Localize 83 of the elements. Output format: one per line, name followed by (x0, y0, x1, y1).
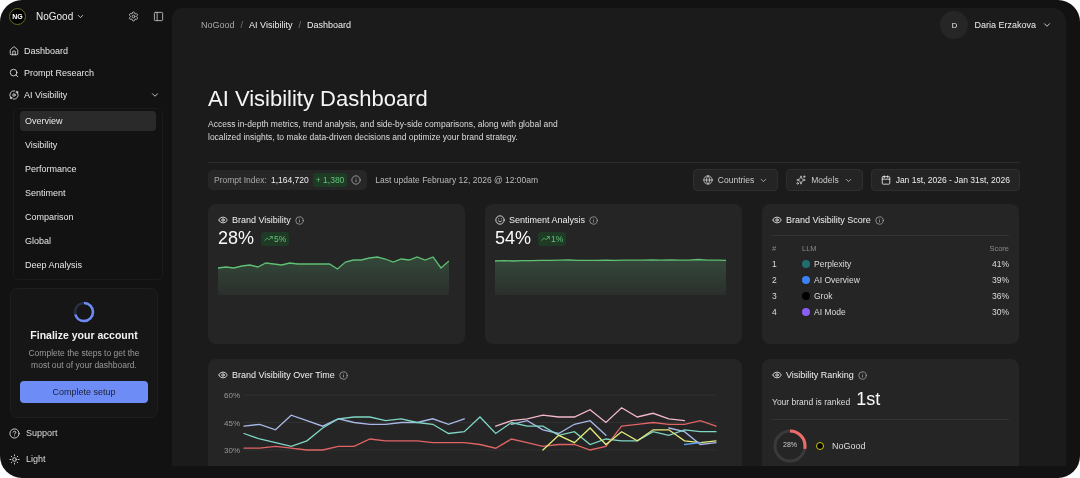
score-cell-text: 41% (991, 259, 1009, 269)
sidebar-subitem[interactable]: Sentiment (20, 183, 156, 203)
card-title: Brand Visibility (232, 215, 291, 225)
score-cell-text: 30% (991, 307, 1009, 317)
eye-icon (218, 370, 228, 380)
card-title: Visibility Ranking (786, 370, 854, 380)
info-icon[interactable] (857, 370, 867, 380)
eye-icon (772, 215, 782, 225)
brand-logo (816, 442, 824, 450)
sidebar-footer-item[interactable]: Support (9, 420, 164, 446)
rank-value: 1st (856, 389, 881, 410)
score-cell-text: 39% (991, 275, 1009, 285)
sidebar-footer-item[interactable]: Light (9, 446, 164, 472)
page-description: Access in-depth metrics, trend analysis, and side-by-side comparisons, along with global and localized insights, to make data-driven decisions and optimize your brand strategy. (208, 118, 559, 144)
sidebar-subitem[interactable]: Global (20, 231, 156, 251)
rank-cell-text: 1 (772, 259, 778, 269)
smile-icon (495, 215, 505, 225)
card-title: Sentiment Analysis (509, 215, 586, 225)
chevron-down-icon (1042, 20, 1052, 30)
info-icon[interactable] (294, 215, 304, 225)
metric-value: 54% (495, 228, 532, 249)
prompt-index-label: Prompt Index: (214, 175, 267, 185)
change-badge: 5% (261, 231, 290, 246)
card-title: Brand Visibility Score (786, 215, 871, 225)
page-title: AI Visibility Dashboard (208, 86, 429, 112)
calendar-icon (880, 175, 891, 185)
breadcrumb-link[interactable]: AI Visibility (249, 20, 293, 30)
breadcrumb-link[interactable]: NoGood (201, 20, 235, 30)
settings-icon[interactable] (128, 10, 139, 22)
home-icon (9, 46, 19, 56)
card-title: Brand Visibility Over Time (232, 370, 335, 380)
chevron-icon (150, 90, 160, 100)
sidebar-toggle-icon[interactable] (153, 10, 164, 22)
sidebar-item[interactable]: Prompt Research (9, 62, 164, 84)
setup-text: Complete the steps to get the most out of your dashboard. (27, 347, 141, 371)
setup-title: Finalize your account (30, 329, 138, 341)
sidebar-subitem[interactable]: Overview (20, 111, 156, 131)
brand-name: NoGood (832, 441, 866, 451)
sidebar-subitem[interactable]: Visibility (20, 135, 156, 155)
axis-label: 60% (224, 391, 240, 400)
metric-value: 28% (218, 228, 255, 249)
axis-label: 30% (224, 446, 240, 455)
filter-dropdown[interactable]: Models (786, 169, 863, 191)
eye-icon (218, 215, 228, 225)
llm-name: Perplexity (814, 259, 852, 269)
breadcrumb-separator: / (298, 20, 301, 30)
sidebar-item[interactable]: Dashboard (9, 40, 164, 62)
info-icon[interactable] (589, 215, 599, 225)
search-icon (9, 68, 19, 78)
rank-label: Your brand is ranked (772, 397, 851, 407)
last-update-text: Last update February 12, 2026 @ 12:00am (375, 175, 540, 185)
sidebar-subitem[interactable]: Performance (20, 159, 156, 179)
breadcrumb-link[interactable]: Dashboard (306, 20, 351, 30)
delta-badge: + 1,380 (312, 173, 348, 187)
llm-name: Grok (814, 291, 833, 301)
date-range-picker[interactable]: Jan 1st, 2026 - Jan 31st, 2026 (870, 169, 1020, 191)
filter-dropdown[interactable]: Countries (692, 169, 779, 191)
score-cell-text: 36% (991, 291, 1009, 301)
share-donut (772, 428, 808, 464)
rank-cell-text: 3 (772, 291, 778, 301)
prompt-index-value: 1,164,720 (270, 175, 309, 185)
info-icon[interactable] (338, 370, 348, 380)
globe-icon (702, 175, 713, 185)
info-icon[interactable] (874, 215, 884, 225)
sun-icon (9, 453, 20, 465)
complete-setup-button[interactable]: Complete setup (20, 381, 148, 403)
sidebar-subitem[interactable]: Deep Analysis (20, 255, 156, 275)
rank-cell-text: 4 (772, 307, 778, 317)
llm-name: AI Overview (814, 275, 860, 285)
sidebar-item[interactable]: AI Visibility (9, 84, 164, 106)
change-badge: 1% (538, 231, 567, 246)
workspace-switcher[interactable]: NoGood (36, 10, 114, 22)
axis-label: 45% (224, 418, 240, 428)
info-icon[interactable] (351, 175, 362, 185)
help-icon (9, 427, 20, 439)
orbit-icon (9, 90, 19, 100)
llm-name: AI Mode (814, 307, 846, 317)
sidebar-subitem[interactable]: Comparison (20, 207, 156, 227)
rank-cell-text: 2 (772, 275, 778, 285)
eye-icon (772, 370, 782, 380)
breadcrumb-separator: / (240, 20, 244, 30)
sparkle-icon (796, 175, 807, 185)
progress-spinner (73, 301, 95, 323)
